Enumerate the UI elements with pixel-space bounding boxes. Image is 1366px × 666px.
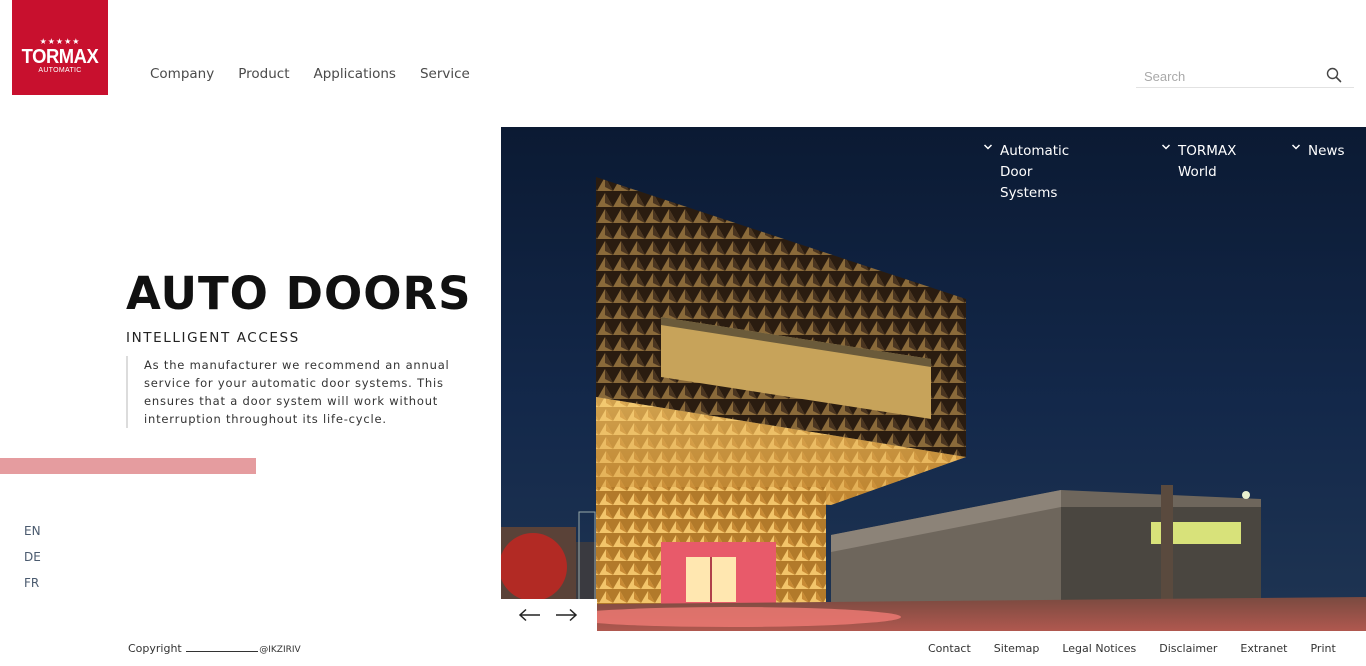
hero-title: AUTO DOORS [126, 267, 472, 320]
hero-image [501, 127, 1366, 631]
sub-nav-automatic-door-systems[interactable]: Automatic Door Systems [983, 141, 1070, 204]
slider-controls [501, 599, 597, 631]
footer-link-legal-notices[interactable]: Legal Notices [1062, 642, 1136, 656]
footer-link-extranet[interactable]: Extranet [1240, 642, 1287, 656]
search-input[interactable] [1144, 66, 1314, 86]
search-icon[interactable] [1326, 67, 1342, 83]
sub-nav-label: TORMAX [1178, 143, 1237, 159]
logo-stars: ★★★★★ [39, 37, 81, 46]
sub-nav-label: Systems [1000, 185, 1058, 201]
footer-link-print[interactable]: Print [1310, 642, 1335, 656]
nav-item-product[interactable]: Product [238, 66, 289, 82]
chevron-down-icon [1161, 144, 1171, 150]
hero-description: As the manufacturer we recommend an annu… [126, 356, 466, 428]
footer-link-sitemap[interactable]: Sitemap [994, 642, 1040, 656]
copyright-underline [186, 643, 259, 652]
sub-nav-news[interactable]: News [1291, 141, 1345, 162]
tormax-logo[interactable]: ★★★★★ TORMAX AUTOMATIC [12, 0, 108, 95]
copyright-handle: @IKZIRIV [259, 645, 301, 655]
hero-subtitle: INTELLIGENT ACCESS [126, 330, 300, 346]
nav-item-applications[interactable]: Applications [314, 66, 396, 82]
sub-nav-label: Automatic Door [1000, 143, 1070, 180]
search-box [1136, 64, 1354, 88]
language-switcher: EN DE FR [24, 524, 41, 602]
chevron-down-icon [1291, 144, 1301, 150]
arrow-right-icon[interactable] [554, 608, 578, 622]
sub-nav-tormax-world[interactable]: TORMAX World [1161, 141, 1237, 183]
chevron-down-icon [983, 144, 993, 150]
sub-nav-label: World [1178, 164, 1217, 180]
nav-item-company[interactable]: Company [150, 66, 214, 82]
logo-subtitle: AUTOMATIC [38, 67, 82, 74]
footer-link-contact[interactable]: Contact [928, 642, 971, 656]
copyright-label: Copyright [128, 642, 182, 655]
sub-nav-label: News [1308, 143, 1345, 159]
copyright: Copyright @IKZIRIV [128, 642, 301, 657]
language-de[interactable]: DE [24, 550, 41, 564]
footer-links: Contact Sitemap Legal Notices Disclaimer… [928, 642, 1336, 656]
language-fr[interactable]: FR [24, 576, 41, 590]
accent-bar [0, 458, 256, 474]
arrow-left-icon[interactable] [518, 608, 542, 622]
footer-link-disclaimer[interactable]: Disclaimer [1159, 642, 1217, 656]
nav-item-service[interactable]: Service [420, 66, 470, 82]
main-nav: Company Product Applications Service [150, 66, 470, 82]
logo-wordmark: TORMAX [21, 46, 99, 68]
language-en[interactable]: EN [24, 524, 41, 538]
